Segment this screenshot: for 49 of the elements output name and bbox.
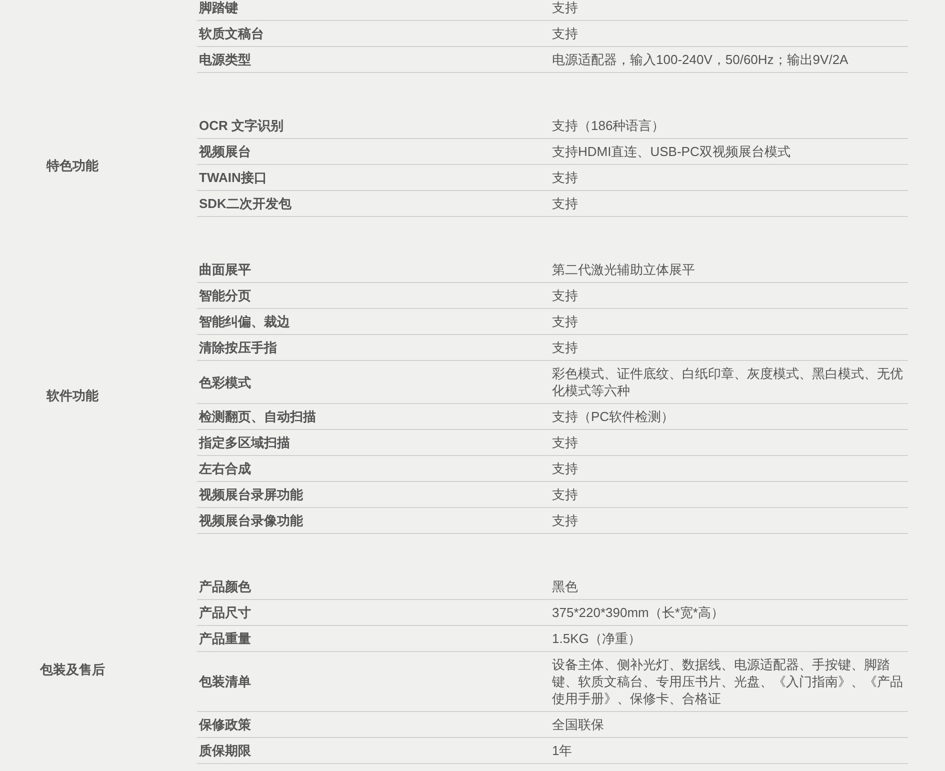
spec-name: 检测翻页、自动扫描 — [199, 409, 316, 424]
spec-value: 设备主体、侧补光灯、数据线、电源适配器、手按键、脚踏键、软质文稿台、专用压书片、光盘、《入门指南》、《产品使用手册》、保修卡、合格证 — [552, 656, 904, 707]
spec-value: 支持HDMI直连、USB-PC双视频展台模式 — [552, 143, 792, 160]
spec-name: OCR 文字识别 — [199, 118, 284, 133]
spec-value: 支持 — [552, 195, 579, 212]
spec-value: 1.5KG（净重） — [552, 630, 642, 647]
spec-name: TWAIN接口 — [199, 170, 267, 185]
spec-name: 视频展台录像功能 — [199, 513, 303, 528]
spec-name: 包装清单 — [199, 674, 251, 689]
spec-value: 支持 — [552, 486, 579, 503]
spec-value: 支持 — [552, 287, 579, 304]
spec-name: 产品颜色 — [199, 579, 251, 594]
spec-name: 指定多区域扫描 — [199, 435, 290, 450]
spec-value: 全国联保 — [552, 716, 605, 733]
category-label: 包装及售后 — [40, 660, 105, 678]
spec-name: 脚踏键 — [199, 0, 238, 15]
category-label: 特色功能 — [46, 156, 98, 174]
spec-value: 第二代激光辅助立体展平 — [552, 261, 696, 278]
spec-value: 支持 — [552, 512, 579, 529]
spec-name: 智能分页 — [199, 288, 251, 303]
spec-name: 产品尺寸 — [199, 605, 251, 620]
spec-value: 支持 — [552, 169, 579, 186]
spec-value: 支持 — [552, 434, 579, 451]
spec-value: 375*220*390mm（长*宽*高） — [552, 604, 725, 621]
spec-value: 支持 — [552, 313, 579, 330]
spec-value: 支持（PC软件检测） — [552, 408, 676, 425]
spec-name: SDK二次开发包 — [199, 196, 292, 211]
spec-name: 清除按压手指 — [199, 340, 277, 355]
spec-name: 色彩模式 — [199, 374, 251, 390]
spec-value: 支持 — [552, 25, 579, 42]
spec-value: 支持 — [552, 460, 579, 477]
spec-name: 软质文稿台 — [199, 26, 264, 41]
spec-name: 视频展台 — [199, 144, 251, 159]
spec-name: 产品重量 — [199, 631, 251, 646]
spec-value: 支持 — [552, 0, 579, 16]
spec-value: 黑色 — [552, 578, 579, 595]
spec-name: 智能纠偏、裁边 — [199, 314, 290, 329]
spec-value: 支持 — [552, 339, 579, 356]
spec-name: 视频展台录屏功能 — [199, 487, 303, 502]
category-label: 软件功能 — [46, 387, 98, 404]
spec-name: 质保期限 — [199, 743, 251, 758]
spec-name: 曲面展平 — [199, 262, 251, 277]
spec-name: 电源类型 — [199, 52, 251, 67]
spec-value: 1年 — [552, 742, 574, 759]
spec-value: 彩色模式、证件底纹、白纸印章、灰度模式、黑白模式、无优化模式等六种 — [552, 365, 904, 399]
spec-name: 保修政策 — [199, 717, 251, 732]
spec-name: 左右合成 — [199, 461, 251, 476]
spec-value: 支持（186种语言） — [552, 117, 666, 134]
spec-value: 电源适配器，输入100-240V，50/60Hz；输出9V/2A — [552, 51, 850, 68]
